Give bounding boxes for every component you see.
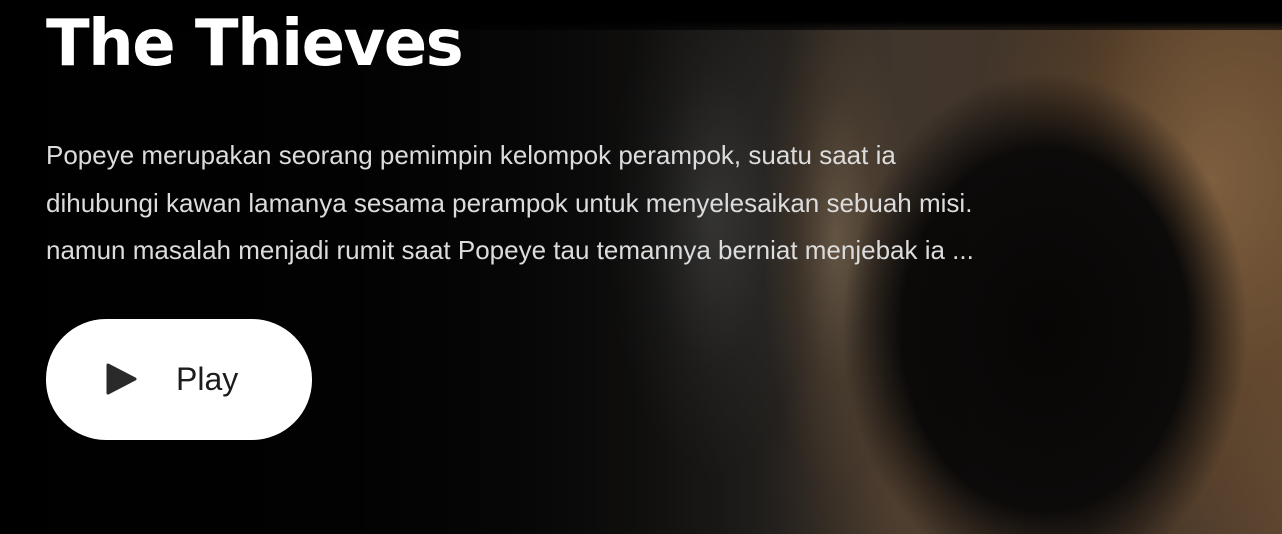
synopsis-line: dihubungi kawan lamanya sesama perampok … [46, 187, 973, 218]
synopsis-line: Popeye merupakan seorang pemimpin kelomp… [46, 140, 896, 170]
movie-title: The Thieves [46, 7, 464, 81]
play-icon [106, 363, 137, 395]
play-button-label: Play [176, 361, 239, 397]
movie-synopsis: Popeye merupakan seorang pemimpin kelomp… [46, 132, 1136, 275]
hero-banner: The Thieves Popeye merupakan seorang pem… [0, 0, 1282, 534]
synopsis-line: namun masalah menjadi rumit saat Popeye … [46, 235, 974, 265]
play-button[interactable]: Play [46, 319, 312, 440]
